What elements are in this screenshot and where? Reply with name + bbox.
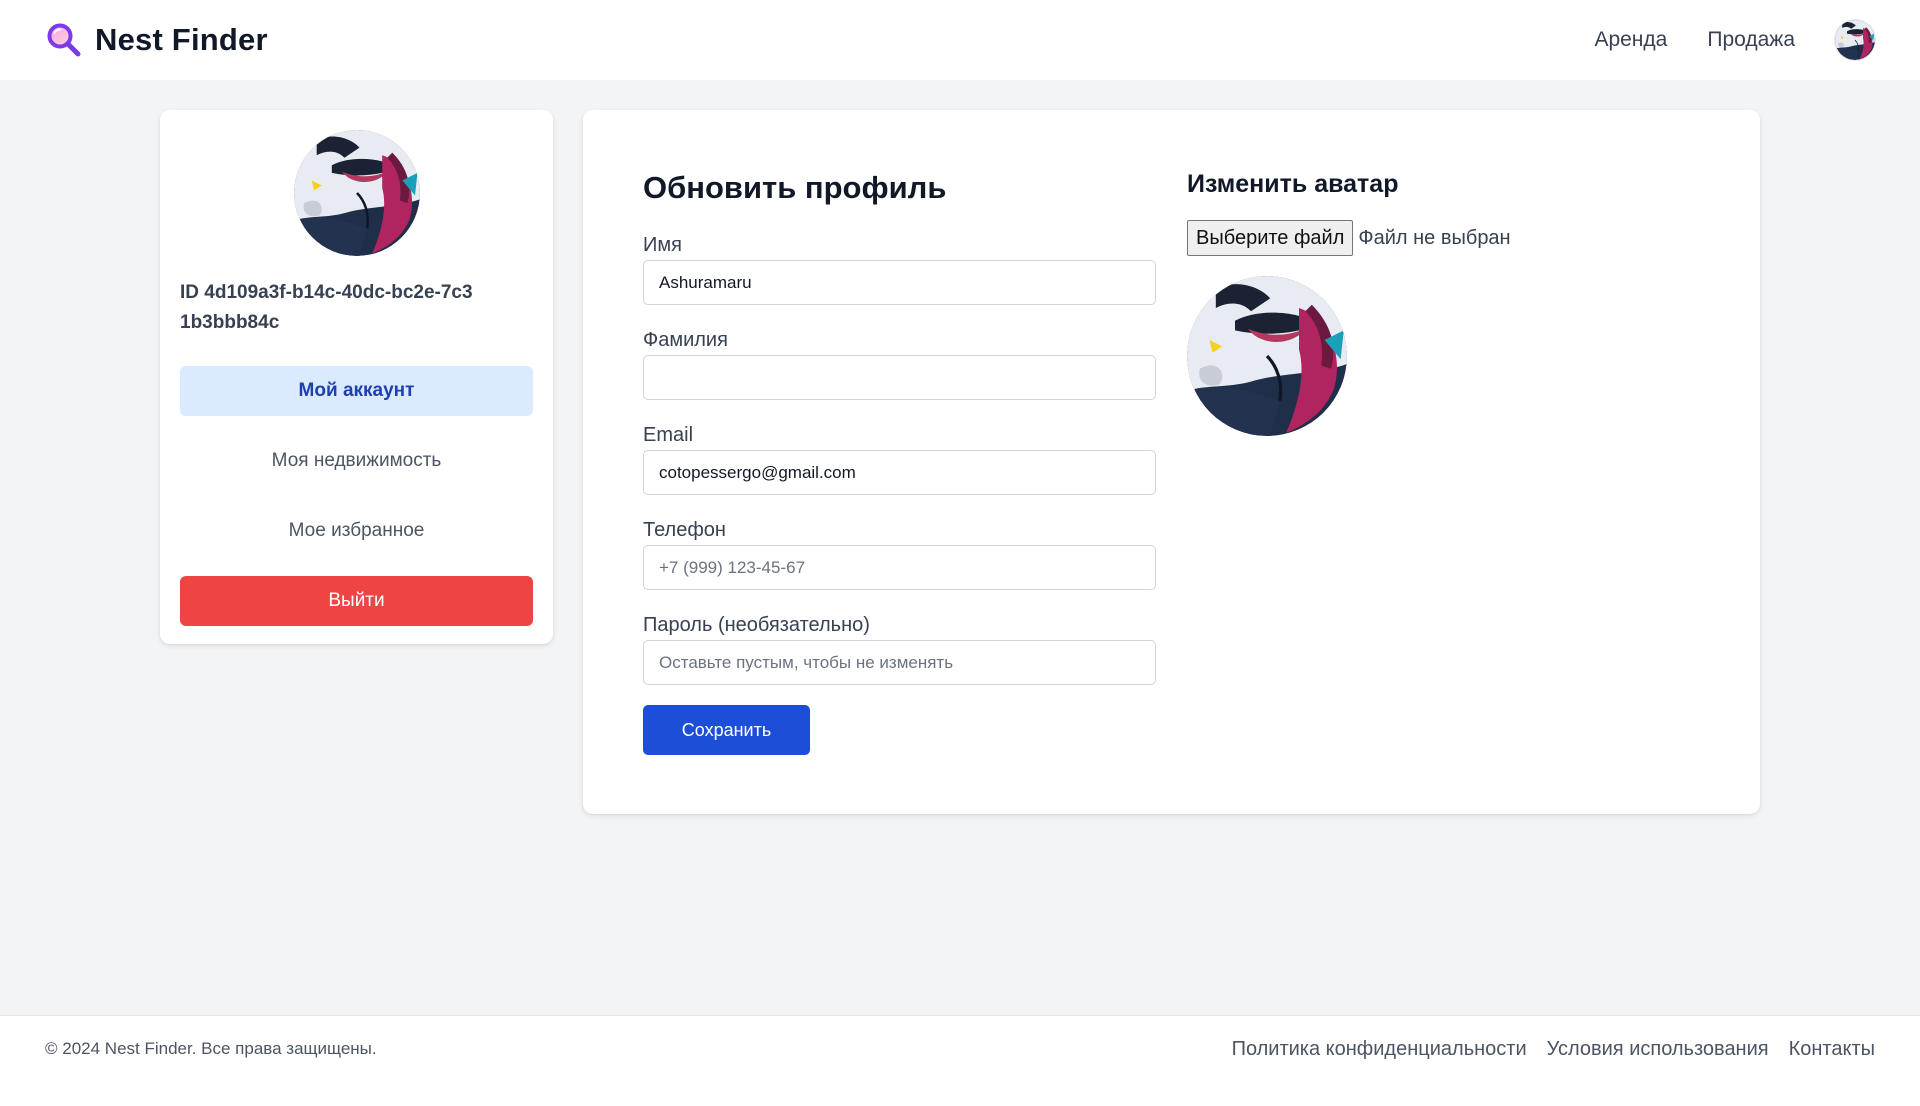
choose-file-button[interactable]: Выберите файл: [1187, 220, 1354, 256]
sidebar-item-my-account[interactable]: Мой аккаунт: [180, 366, 533, 416]
avatar-image: [1187, 276, 1347, 436]
footer-link-contacts[interactable]: Контакты: [1789, 1038, 1875, 1061]
sidebar-item-my-favorites[interactable]: Мое избранное: [180, 506, 533, 556]
avatar-section: Изменить аватар Выберите файл Файл не вы…: [1187, 170, 1687, 436]
top-header: Nest Finder Аренда Продажа: [0, 0, 1920, 80]
first-name-group: Имя: [643, 234, 1156, 305]
account-sidebar: ID 4d109a3f-b14c-40dc-bc2e-7c31b3bbb84c …: [160, 110, 553, 644]
email-group: Email: [643, 424, 1156, 495]
save-button[interactable]: Сохранить: [643, 705, 810, 755]
last-name-label: Фамилия: [643, 329, 728, 351]
sidebar-item-my-property[interactable]: Моя недвижимость: [180, 436, 533, 486]
page-footer: © 2024 Nest Finder. Все права защищены. …: [0, 1015, 1920, 1106]
page-title: Обновить профиль: [643, 170, 947, 205]
footer-link-privacy[interactable]: Политика конфиденциальности: [1232, 1038, 1527, 1061]
logout-button[interactable]: Выйти: [180, 576, 533, 626]
first-name-label: Имя: [643, 234, 682, 256]
brand-logo-link[interactable]: Nest Finder: [45, 21, 268, 59]
last-name-field[interactable]: [643, 355, 1156, 400]
footer-links: Политика конфиденциальности Условия испо…: [1212, 1038, 1875, 1061]
last-name-group: Фамилия: [643, 329, 1156, 400]
avatar-preview: [1187, 276, 1347, 436]
nav-link-rent[interactable]: Аренда: [1594, 28, 1667, 52]
user-id: ID 4d109a3f-b14c-40dc-bc2e-7c31b3bbb84c: [180, 282, 473, 333]
user-avatar-menu[interactable]: [1835, 20, 1875, 60]
sidebar-avatar: [293, 130, 420, 256]
email-field[interactable]: [643, 450, 1156, 495]
brand-name: Nest Finder: [95, 22, 268, 57]
copyright-text: © 2024 Nest Finder. Все права защищены.: [45, 1039, 377, 1058]
password-field[interactable]: [643, 640, 1156, 685]
phone-field[interactable]: [643, 545, 1156, 590]
phone-group: Телефон: [643, 519, 1156, 590]
password-label: Пароль (необязательно): [643, 614, 870, 636]
file-status: Файл не выбран: [1358, 226, 1511, 249]
sidebar-menu: Мой аккаунт Моя недвижимость Мое избранн…: [180, 366, 533, 626]
main-nav: Аренда Продажа: [1594, 20, 1875, 60]
search-icon: [47, 23, 81, 57]
avatar-section-title: Изменить аватар: [1187, 170, 1399, 198]
profile-form: Обновить профиль Имя Фамилия Email Телеф…: [643, 170, 1156, 755]
profile-card: Обновить профиль Имя Фамилия Email Телеф…: [583, 110, 1760, 814]
avatar-image: [293, 130, 420, 256]
avatar-image: [1835, 20, 1875, 60]
file-picker: Выберите файл Файл не выбран: [1187, 220, 1687, 256]
password-group: Пароль (необязательно): [643, 614, 1156, 685]
first-name-field[interactable]: [643, 260, 1156, 305]
nav-link-sale[interactable]: Продажа: [1707, 28, 1795, 52]
email-label: Email: [643, 424, 694, 446]
footer-link-terms[interactable]: Условия использования: [1547, 1038, 1769, 1061]
phone-label: Телефон: [643, 519, 726, 541]
